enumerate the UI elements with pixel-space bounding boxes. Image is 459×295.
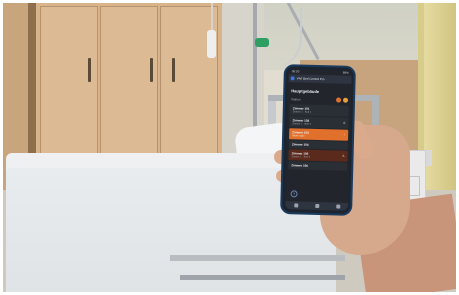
bed-base-rail [180, 275, 345, 280]
room-row[interactable]: Zimmer 104 [288, 140, 348, 150]
bottom-navigation [285, 201, 349, 211]
room-name: Zimmer 106 [291, 163, 309, 168]
cabinet-handle [150, 58, 153, 82]
room-status-icon: ⚠ [341, 153, 345, 158]
nav-recent-icon[interactable] [335, 204, 340, 209]
room-status-icon: ⚠ [342, 120, 346, 125]
room-status-icon: ! [344, 132, 346, 137]
app-logo-icon [290, 76, 295, 81]
help-icon[interactable]: ? [290, 190, 298, 198]
room-row[interactable]: Zimmer 102 Station 1 · Bett 2 ⚠ [289, 116, 349, 129]
room-subtitle: Station 1 · Bett 5 [291, 155, 311, 159]
photo-scene: 08:20 89% VIVI Bed Control Pro Hauptgebä… [0, 0, 459, 295]
list-header-label: Station [291, 96, 301, 102]
list-header: Station [288, 94, 351, 105]
bed-lower-rail [170, 255, 345, 261]
room-row[interactable]: Zimmer 106 [288, 161, 348, 171]
app-title: VIVI Bed Control Pro [296, 76, 325, 82]
room-row[interactable]: Zimmer 103 Alarm aktiv! [289, 128, 349, 141]
cabinet-handle [172, 58, 175, 82]
nav-back-icon[interactable] [293, 203, 298, 208]
room-list: Zimmer 101 Station 1 · Bett 1 Zimmer 102 St… [286, 104, 351, 171]
pull-cord-line [211, 0, 213, 32]
room-row[interactable]: Zimmer 101 Station 1 · Bett 1 [289, 104, 349, 117]
green-clip [255, 38, 269, 47]
phone-screen: 08:20 89% VIVI Bed Control Pro Hauptgebä… [285, 69, 352, 211]
indicator-dot [335, 97, 342, 103]
status-indicators [335, 97, 349, 103]
room-subtitle: Station 1 · Bett 2 [292, 122, 312, 126]
room-name: Zimmer 104 [291, 142, 309, 147]
status-battery: 89% [342, 70, 349, 75]
nav-home-icon[interactable] [314, 203, 319, 209]
indicator-dot [342, 97, 349, 103]
room-subtitle: Alarm aktiv [292, 134, 305, 138]
status-time: 08:20 [291, 69, 300, 74]
pull-cord-handle [207, 30, 216, 58]
smartphone: 08:20 89% VIVI Bed Control Pro Hauptgebä… [280, 64, 356, 216]
cabinet-handle [88, 58, 91, 82]
room-subtitle: Station 1 · Bett 1 [292, 110, 312, 114]
room-row[interactable]: Zimmer 105 Station 1 · Bett 5 ⚠ [288, 149, 348, 162]
